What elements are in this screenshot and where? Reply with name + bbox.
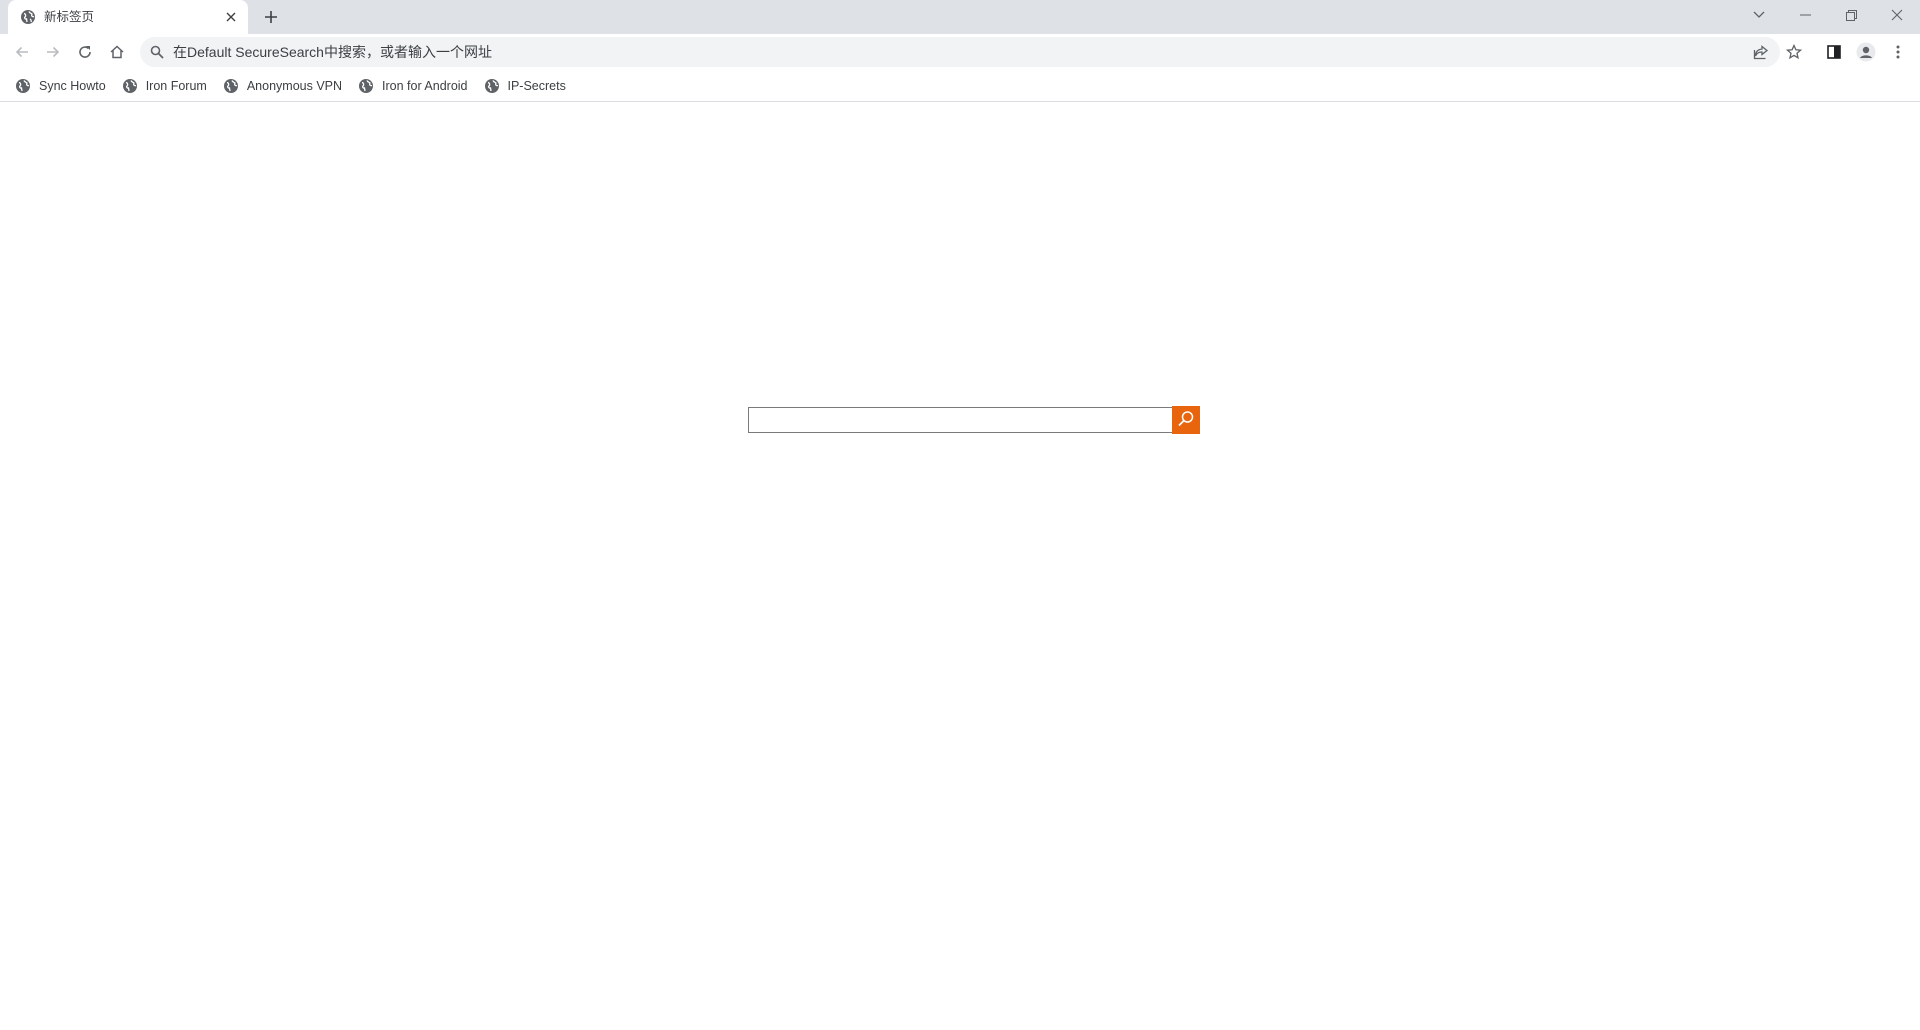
omnibox[interactable] [140,37,1780,67]
globe-icon [20,9,36,25]
globe-icon [15,78,31,94]
tab-search-icon[interactable] [1736,0,1782,30]
bookmark-label: Iron for Android [382,78,468,93]
bookmark-label: Sync Howto [39,78,106,93]
profile-avatar-icon[interactable] [1853,39,1879,65]
restore-icon[interactable] [1828,0,1874,30]
tab-close-icon[interactable] [222,8,240,26]
minimize-icon[interactable] [1782,0,1828,30]
omnibox-search-icon [150,45,164,59]
bookmarks-bar: Sync Howto Iron Forum Anonymous VPN Iron… [0,70,1920,102]
reload-icon[interactable] [72,39,98,65]
globe-icon [358,78,374,94]
star-icon[interactable] [1781,39,1807,65]
share-icon[interactable] [1750,41,1772,63]
globe-icon [122,78,138,94]
bookmark-sync-howto[interactable]: Sync Howto [8,72,113,100]
toolbar [0,34,1920,70]
bookmark-ip-secrets[interactable]: IP-Secrets [477,72,573,100]
bookmark-label: IP-Secrets [507,78,566,93]
tab-strip: 新标签页 [0,0,1920,34]
search-form [748,406,1200,434]
magnifier-icon [1177,410,1195,431]
search-input[interactable] [748,407,1173,433]
side-panel-icon[interactable] [1821,39,1847,65]
new-tab-button[interactable] [260,6,282,28]
globe-icon [484,78,500,94]
address-bar-input[interactable] [173,37,1713,67]
bookmark-iron-forum[interactable]: Iron Forum [115,72,214,100]
home-icon[interactable] [104,39,130,65]
kebab-menu-icon[interactable] [1885,39,1911,65]
bookmark-iron-for-android[interactable]: Iron for Android [351,72,474,100]
back-arrow-icon[interactable] [9,39,35,65]
tab-title: 新标签页 [44,10,95,24]
forward-arrow-icon[interactable] [40,39,66,65]
bookmark-label: Iron Forum [145,78,207,93]
close-window-icon[interactable] [1874,0,1920,30]
globe-icon [223,78,239,94]
search-button[interactable] [1172,406,1200,434]
bookmark-anonymous-vpn[interactable]: Anonymous VPN [216,72,349,100]
bookmark-label: Anonymous VPN [246,78,343,93]
tab-new-tab[interactable]: 新标签页 [8,0,248,34]
